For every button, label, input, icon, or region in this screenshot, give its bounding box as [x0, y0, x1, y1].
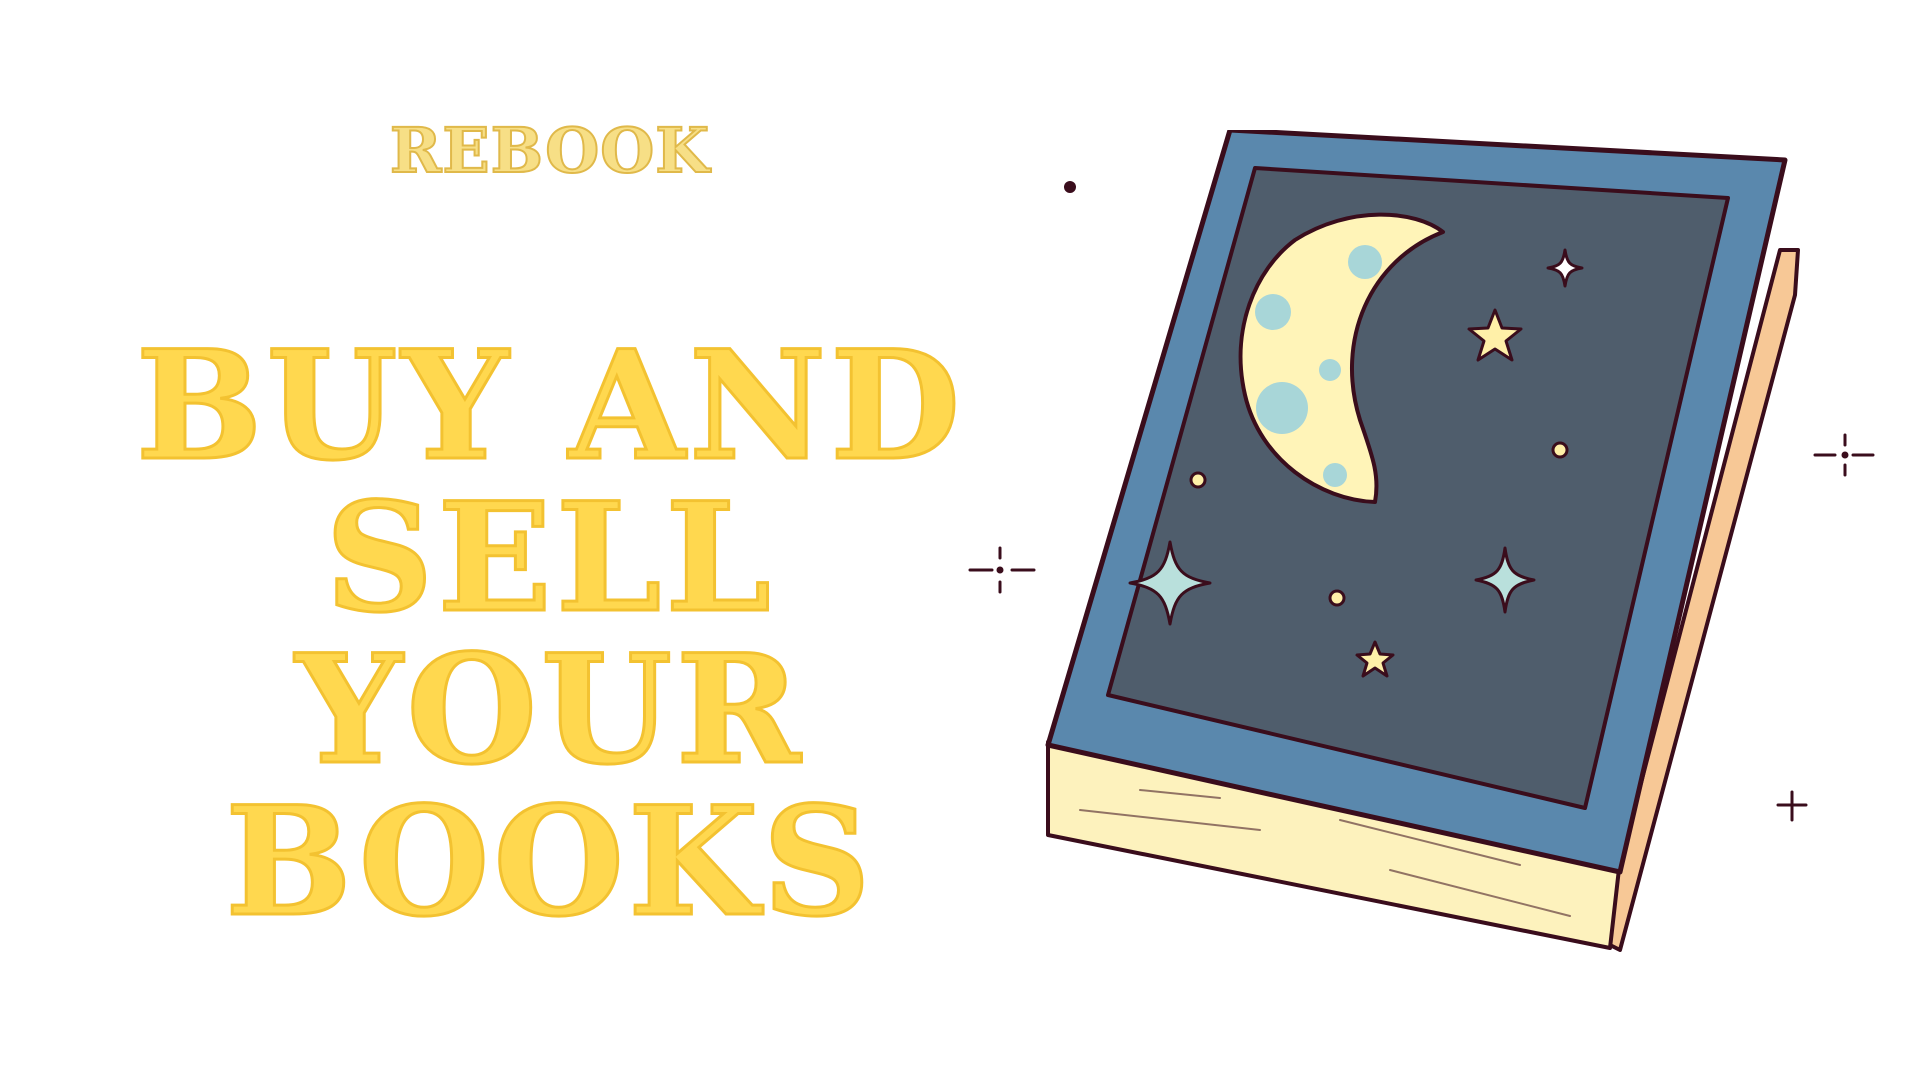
headline-line-3: YOUR: [294, 622, 805, 798]
headline-line-1: BUY AND: [134, 318, 965, 494]
night-book-icon: [968, 130, 1875, 952]
page-canvas: REBOOK BUY AND SELL YOUR BOOKS: [0, 0, 1923, 1080]
headline-line-2: SELL: [324, 470, 775, 646]
brand-logo: REBOOK: [389, 114, 711, 187]
headline: BUY AND SELL YOUR BOOKS: [60, 318, 1040, 950]
headline-line-4: BOOKS: [224, 774, 875, 950]
